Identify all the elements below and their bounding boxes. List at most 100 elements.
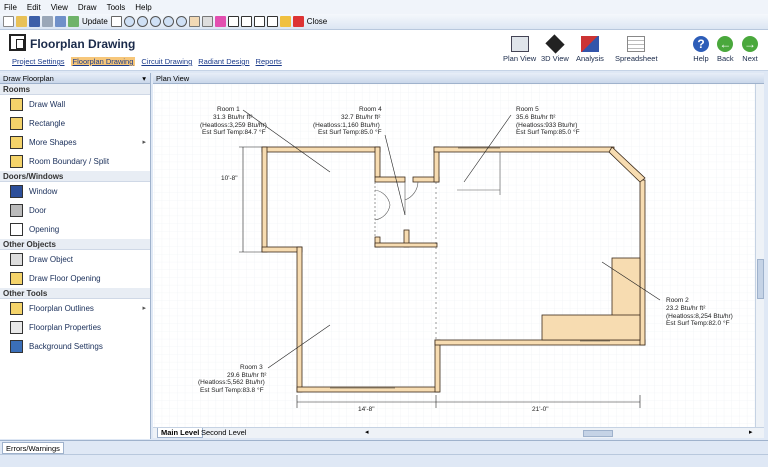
back-button[interactable]: ← Back bbox=[717, 36, 734, 63]
help-icon: ? bbox=[693, 36, 709, 52]
move-icon[interactable] bbox=[214, 16, 226, 27]
pin-icon[interactable]: ▾ bbox=[142, 73, 146, 84]
plan-view-button[interactable]: Plan View bbox=[503, 36, 536, 63]
panel-title: Draw Floorplan bbox=[3, 74, 54, 83]
menu-draw[interactable]: Draw bbox=[78, 3, 97, 12]
tab-circuit-drawing[interactable]: Circuit Drawing bbox=[141, 57, 192, 66]
dimension-icon[interactable] bbox=[227, 16, 239, 27]
background-settings-icon bbox=[10, 340, 23, 353]
background-settings-item[interactable]: Background Settings bbox=[0, 337, 150, 356]
app-title: Floorplan Drawing bbox=[30, 37, 136, 51]
draw-floorplan-panel: Draw Floorplan ▾ Rooms Draw Wall Rectang… bbox=[0, 73, 151, 439]
3d-view-icon bbox=[545, 34, 565, 54]
open-folder-icon[interactable] bbox=[16, 16, 27, 27]
update-icon[interactable] bbox=[68, 16, 79, 27]
analysis-button[interactable]: Analysis bbox=[576, 36, 604, 63]
floorplan-outlines-item[interactable]: Floorplan Outlines ▸ bbox=[0, 299, 150, 318]
menu-file[interactable]: File bbox=[4, 3, 17, 12]
pan-icon[interactable] bbox=[188, 16, 200, 27]
svg-text:(Heatloss:1,160 Btu/hr): (Heatloss:1,160 Btu/hr) bbox=[313, 122, 380, 129]
close-icon[interactable] bbox=[292, 16, 304, 27]
svg-text:Est Surf Temp:85.0 °F: Est Surf Temp:85.0 °F bbox=[318, 128, 382, 136]
svg-text:Room 1: Room 1 bbox=[217, 106, 240, 113]
plan-view-canvas[interactable]: 10'-8" 14'-8" 21'-0" Room 1 31.3 Btu/hr … bbox=[153, 84, 755, 427]
vertical-scroll-thumb[interactable] bbox=[757, 259, 764, 299]
draw-wall-item[interactable]: Draw Wall bbox=[0, 95, 150, 114]
draw-object-item[interactable]: Draw Object bbox=[0, 250, 150, 269]
more-shapes-icon bbox=[10, 136, 23, 149]
submenu-arrow-icon: ▸ bbox=[142, 139, 146, 146]
more-shapes-item[interactable]: More Shapes ▸ bbox=[0, 133, 150, 152]
floorplan-outlines-icon bbox=[10, 302, 23, 315]
zoom-out-icon[interactable] bbox=[136, 16, 148, 27]
spreadsheet-icon bbox=[627, 36, 646, 52]
menu-edit[interactable]: Edit bbox=[27, 3, 41, 12]
floorplan-logo-icon bbox=[9, 34, 26, 51]
rectangle-item[interactable]: Rectangle bbox=[0, 114, 150, 133]
floorplan-properties-icon bbox=[10, 321, 23, 334]
zoom-window-icon[interactable] bbox=[149, 16, 161, 27]
svg-text:(Heatloss:3,259 Btu/hr): (Heatloss:3,259 Btu/hr) bbox=[200, 122, 267, 129]
save-icon[interactable] bbox=[29, 16, 40, 27]
undo-icon[interactable] bbox=[55, 16, 66, 27]
analysis-icon bbox=[580, 36, 599, 52]
text-icon[interactable] bbox=[253, 16, 265, 27]
menu-help[interactable]: Help bbox=[135, 3, 151, 12]
menu-tools[interactable]: Tools bbox=[107, 3, 126, 12]
plan-view-icon bbox=[510, 36, 529, 52]
opening-item[interactable]: Opening bbox=[0, 220, 150, 239]
door-item[interactable]: Door bbox=[0, 201, 150, 220]
update-button[interactable]: Update bbox=[82, 17, 108, 26]
pointer-icon[interactable] bbox=[110, 16, 122, 27]
room-boundary-item[interactable]: Room Boundary / Split bbox=[0, 152, 150, 171]
tab-second-level[interactable]: Second Level bbox=[198, 428, 249, 438]
tab-project-settings[interactable]: Project Settings bbox=[12, 57, 65, 66]
next-button[interactable]: → Next bbox=[742, 36, 758, 63]
print-icon[interactable] bbox=[42, 16, 53, 27]
help-button[interactable]: ? Help bbox=[693, 36, 709, 63]
next-arrow-icon: → bbox=[742, 36, 758, 52]
tab-floorplan-drawing[interactable]: Floorplan Drawing bbox=[70, 57, 136, 66]
status-bar bbox=[0, 454, 768, 467]
section-rooms: Rooms bbox=[0, 84, 150, 95]
panel-header: Draw Floorplan ▾ bbox=[0, 73, 150, 84]
image-icon[interactable] bbox=[266, 16, 278, 27]
close-button[interactable]: Close bbox=[307, 17, 327, 26]
tab-radiant-design[interactable]: Radiant Design bbox=[198, 57, 249, 66]
tab-main-level[interactable]: Main Level bbox=[157, 428, 204, 438]
tab-reports[interactable]: Reports bbox=[256, 57, 282, 66]
zoom-previous-icon[interactable] bbox=[175, 16, 187, 27]
measure-icon[interactable] bbox=[240, 16, 252, 27]
svg-text:(Heatloss:8,254 Btu/hr): (Heatloss:8,254 Btu/hr) bbox=[666, 313, 733, 320]
door-icon bbox=[10, 204, 23, 217]
room-boundary-icon bbox=[10, 155, 23, 168]
section-other-objects: Other Objects bbox=[0, 239, 150, 250]
scroll-right-icon[interactable]: ▸ bbox=[749, 428, 753, 436]
scroll-left-icon[interactable]: ◂ bbox=[365, 428, 369, 436]
dimension-right-width-label: 21'-0" bbox=[532, 406, 549, 413]
vertical-scrollbar[interactable] bbox=[755, 84, 764, 427]
window-icon bbox=[10, 185, 23, 198]
errors-warnings-tab[interactable]: Errors/Warnings bbox=[2, 442, 64, 454]
highlight-icon[interactable] bbox=[279, 16, 291, 27]
dimension-height-label: 10'-8" bbox=[221, 175, 238, 182]
spreadsheet-button[interactable]: Spreadsheet bbox=[615, 36, 658, 63]
svg-text:Room 3: Room 3 bbox=[240, 364, 263, 371]
svg-text:Room 4: Room 4 bbox=[359, 106, 382, 113]
menu-view[interactable]: View bbox=[51, 3, 68, 12]
snap-icon[interactable] bbox=[201, 16, 213, 27]
horizontal-scroll-thumb[interactable] bbox=[583, 430, 613, 437]
floorplan-svg[interactable]: 10'-8" 14'-8" 21'-0" Room 1 31.3 Btu/hr … bbox=[153, 84, 755, 427]
opening-icon bbox=[10, 223, 23, 236]
svg-text:(Heatloss:933 Btu/hr): (Heatloss:933 Btu/hr) bbox=[516, 122, 577, 129]
new-file-icon[interactable] bbox=[3, 16, 14, 27]
svg-text:29.6 Btu/hr ft²: 29.6 Btu/hr ft² bbox=[227, 372, 267, 379]
3d-view-button[interactable]: 3D View bbox=[541, 34, 569, 63]
draw-floor-opening-item[interactable]: Draw Floor Opening bbox=[0, 269, 150, 288]
window-item[interactable]: Window bbox=[0, 182, 150, 201]
svg-text:(Heatloss:5,562 Btu/hr): (Heatloss:5,562 Btu/hr) bbox=[198, 379, 265, 386]
zoom-in-icon[interactable] bbox=[123, 16, 135, 27]
zoom-extents-icon[interactable] bbox=[162, 16, 174, 27]
bottom-panel: Errors/Warnings bbox=[0, 440, 768, 454]
floorplan-properties-item[interactable]: Floorplan Properties bbox=[0, 318, 150, 337]
